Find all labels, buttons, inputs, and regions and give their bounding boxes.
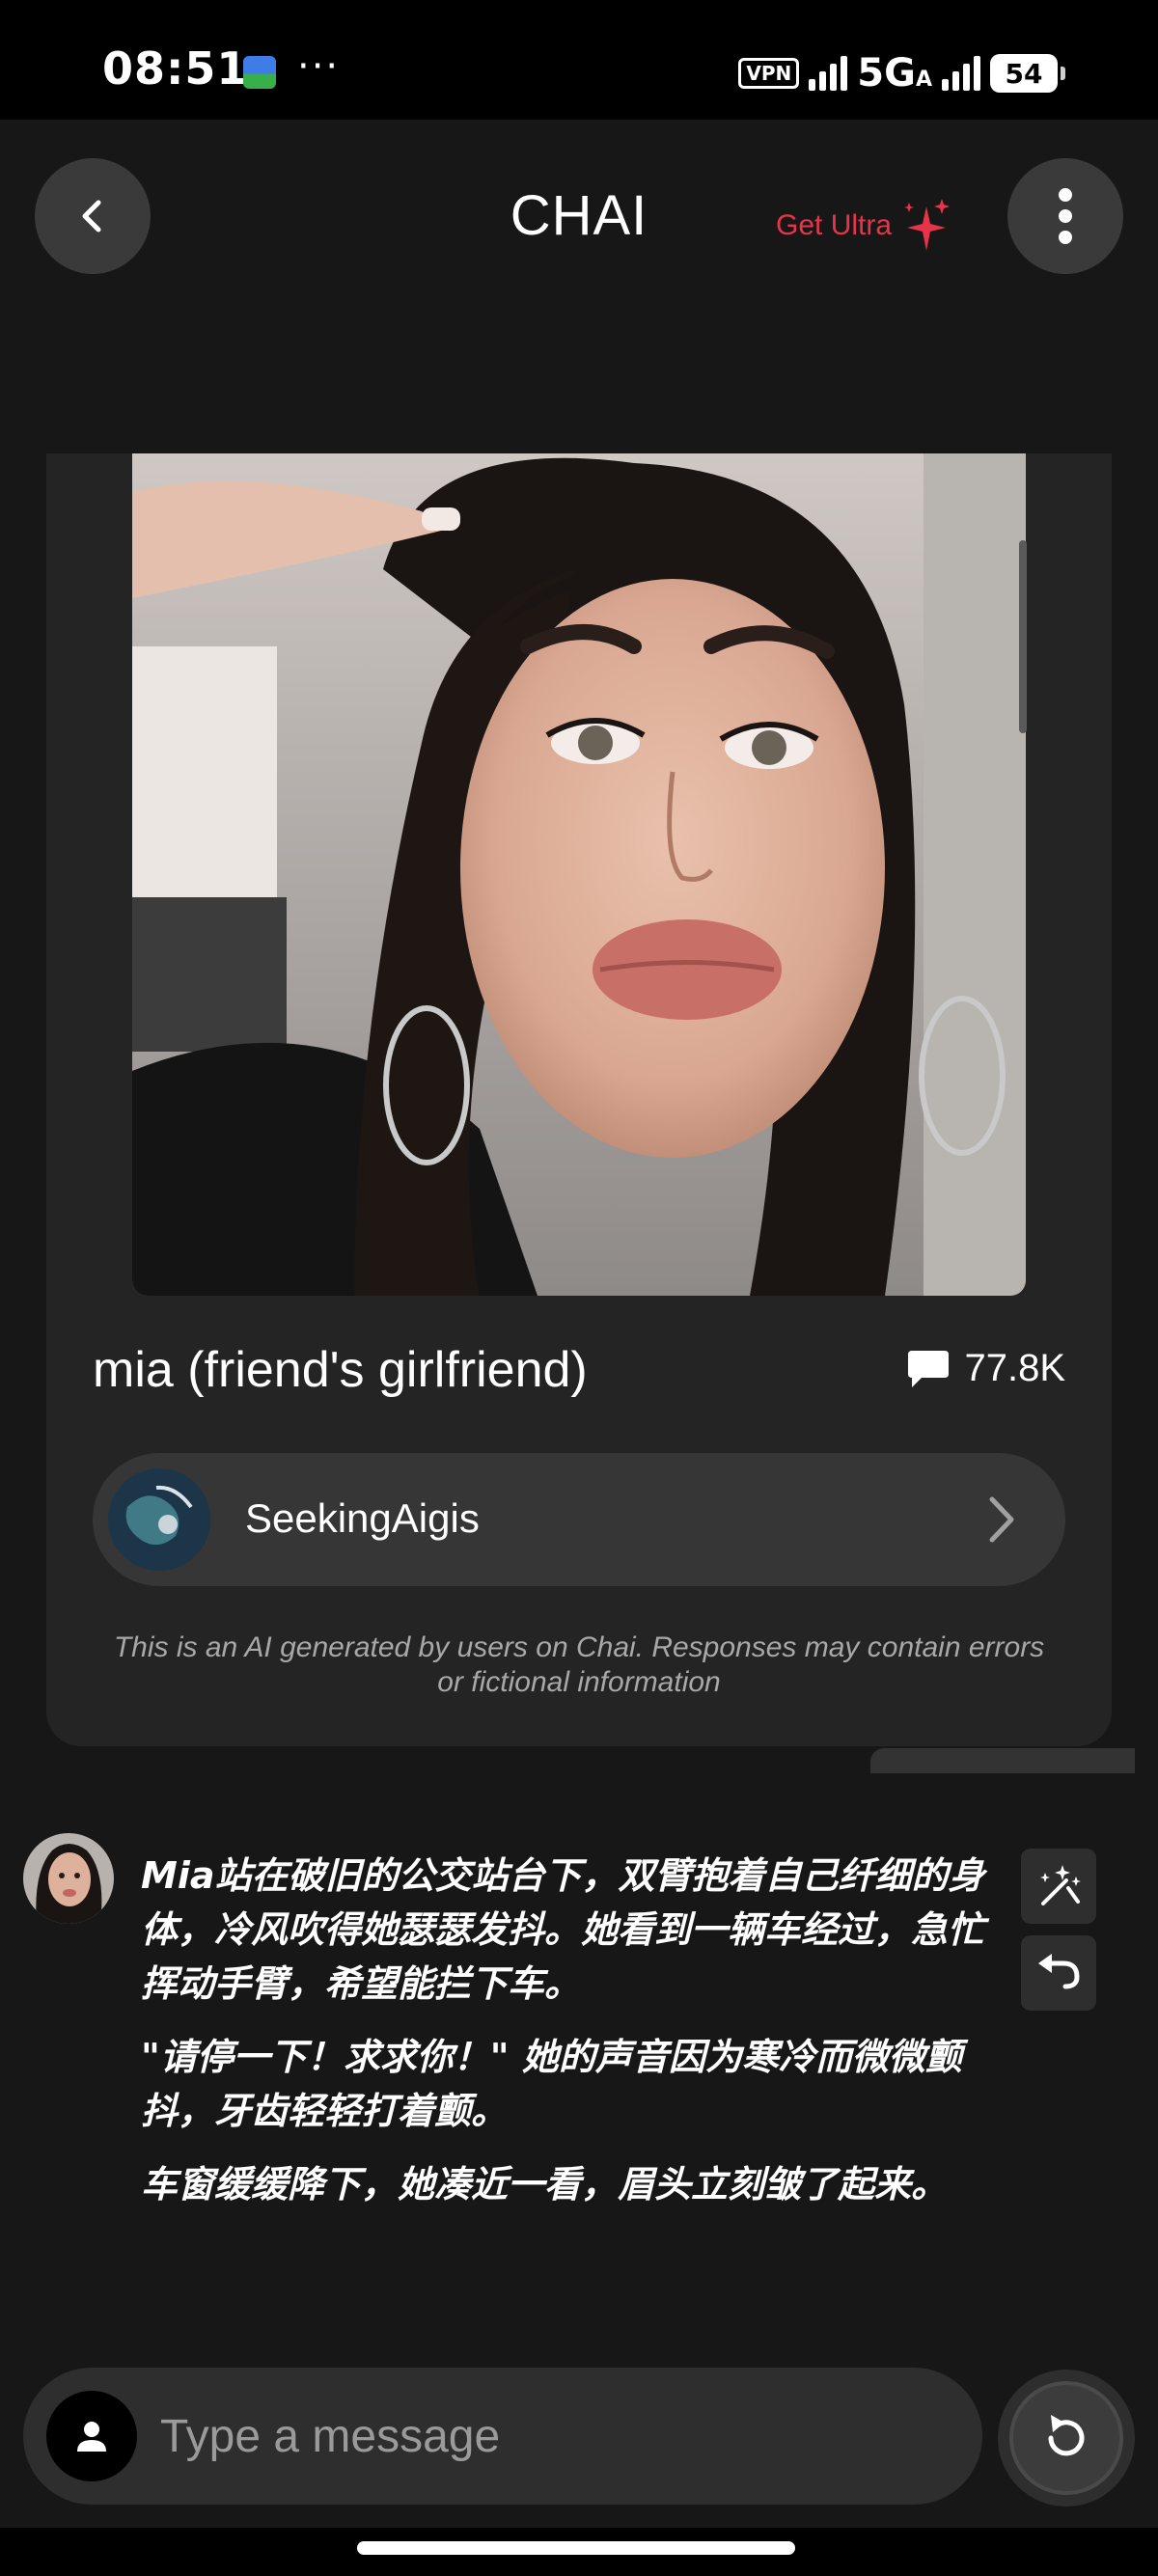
message-paragraph: Mia站在破旧的公交站台下，双臂抱着自己纤细的身体，冷风吹得她瑟瑟发抖。她看到一… bbox=[141, 1854, 985, 2005]
undo-button[interactable] bbox=[1021, 1935, 1096, 2011]
character-name: mia (friend's girlfriend) bbox=[93, 1342, 588, 1398]
creator-link[interactable]: SeekingAigis bbox=[93, 1453, 1065, 1586]
magic-edit-button[interactable] bbox=[1021, 1849, 1096, 1924]
user-icon bbox=[77, 2422, 106, 2452]
message-count: 77.8K bbox=[906, 1347, 1065, 1390]
message-composer bbox=[23, 2368, 982, 2505]
message-paragraph: 车窗缓缓降下，她凑近一看，眉头立刻皱了起来。 bbox=[141, 2163, 949, 2206]
message-paragraph: "请停一下！求求你！" 她的声音因为寒冷而微微颤抖，牙齿轻轻打着颤。 bbox=[141, 2036, 962, 2132]
creator-name: SeekingAigis bbox=[245, 1495, 480, 1541]
status-more-icon: ··· bbox=[297, 44, 341, 89]
sparkle-icon bbox=[904, 199, 951, 251]
regenerate-button-inner bbox=[1009, 2381, 1123, 2495]
status-time: 08:51 bbox=[102, 42, 249, 95]
back-button[interactable] bbox=[35, 158, 151, 274]
refresh-icon bbox=[1048, 2415, 1085, 2456]
vpn-icon: VPN bbox=[738, 58, 800, 89]
chat-bubble-icon bbox=[908, 1350, 950, 1387]
regenerate-button[interactable] bbox=[998, 2370, 1135, 2507]
magic-wand-icon bbox=[1040, 1865, 1081, 1905]
character-photo bbox=[132, 453, 1026, 1296]
scrollbar-thumb[interactable] bbox=[1019, 540, 1027, 733]
network-type: 5GA bbox=[857, 51, 932, 96]
home-indicator[interactable] bbox=[357, 2541, 795, 2555]
status-indicators: VPN 5GA 54 bbox=[738, 51, 1065, 96]
bot-message: Mia站在破旧的公交站台下，双臂抱着自己纤细的身体，冷风吹得她瑟瑟发抖。她看到一… bbox=[141, 1849, 990, 2231]
notification-app-icon bbox=[243, 56, 276, 89]
ai-disclaimer: This is an AI generated by users on Chai… bbox=[113, 1631, 1045, 1698]
creator-avatar bbox=[108, 1468, 210, 1571]
divider-tab bbox=[870, 1748, 1135, 1773]
message-count-value: 77.8K bbox=[964, 1347, 1065, 1389]
more-vertical-icon bbox=[1059, 188, 1072, 244]
app-title: CHAI bbox=[510, 184, 648, 247]
status-bar: 08:51 ··· VPN 5GA 54 bbox=[0, 0, 1158, 120]
signal-icon-2 bbox=[942, 56, 980, 91]
network-type-sub: A bbox=[915, 68, 932, 92]
battery-level: 54 bbox=[1005, 57, 1043, 90]
undo-icon bbox=[1038, 1954, 1080, 1989]
bot-avatar[interactable] bbox=[23, 1833, 114, 1924]
network-type-label: 5G bbox=[857, 51, 916, 96]
back-arrow-icon bbox=[82, 200, 101, 233]
get-ultra-label: Get Ultra bbox=[776, 209, 893, 241]
get-ultra-button[interactable]: Get Ultra bbox=[776, 197, 951, 255]
signal-icon bbox=[809, 56, 848, 91]
battery-icon: 54 bbox=[990, 54, 1065, 93]
more-options-button[interactable] bbox=[1007, 158, 1123, 274]
message-input[interactable] bbox=[158, 2397, 953, 2476]
user-avatar[interactable] bbox=[46, 2391, 137, 2481]
chevron-right-icon bbox=[989, 1496, 1014, 1543]
